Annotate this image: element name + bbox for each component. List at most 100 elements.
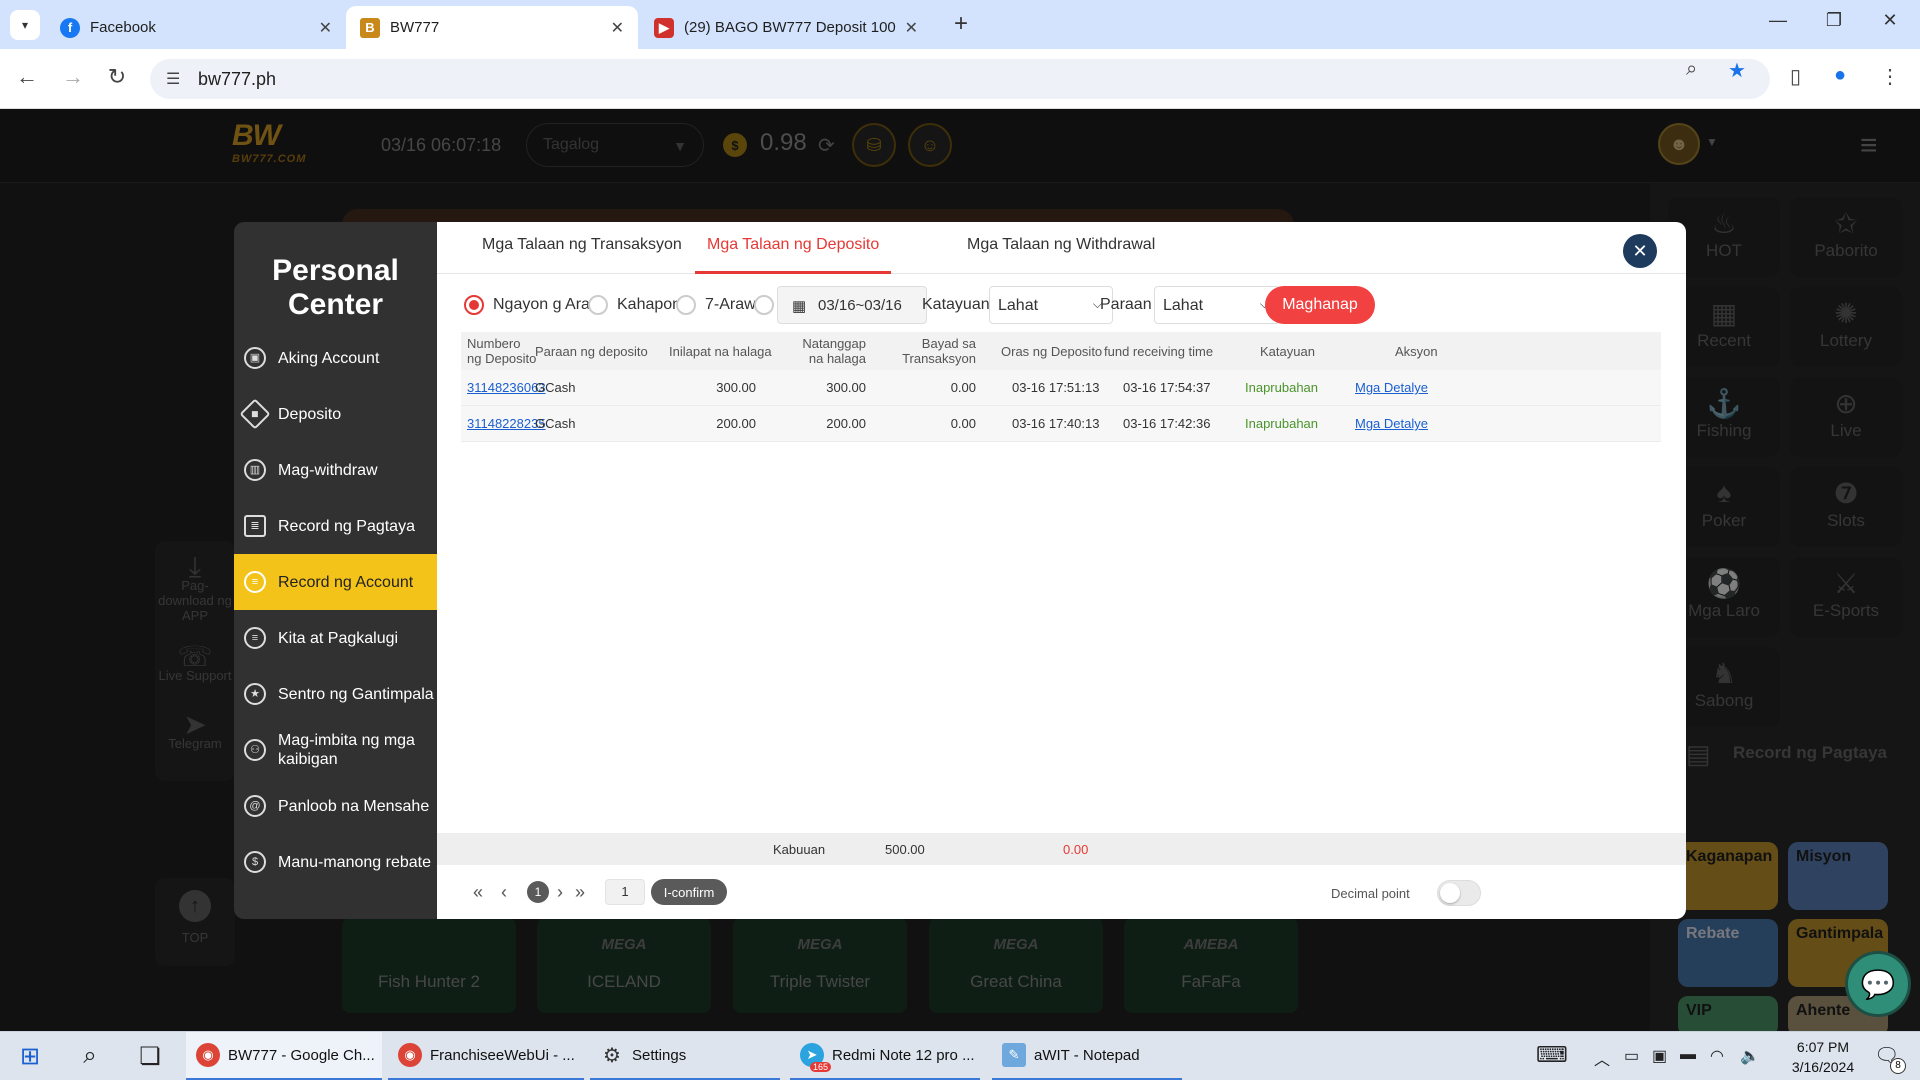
last-page-icon[interactable]: » bbox=[575, 882, 585, 903]
menu-dots-icon[interactable]: ⋮ bbox=[1880, 64, 1900, 89]
url-text: bw777.ph bbox=[198, 68, 277, 89]
url-field[interactable]: ☰ bw777.ph bbox=[150, 59, 1770, 99]
volume-icon[interactable]: 🔈 bbox=[1740, 1046, 1760, 1066]
zoom-icon[interactable]: ⌕ bbox=[1686, 58, 1697, 81]
taskbar-app-telegram[interactable]: ➤ Redmi Note 12 pro ... bbox=[790, 1032, 980, 1080]
battery-icon[interactable]: ▬ bbox=[1680, 1046, 1696, 1064]
notepad-icon: ✎ bbox=[1002, 1043, 1026, 1067]
browser-tab-bw777[interactable]: B BW777 ✕ bbox=[346, 6, 638, 49]
chevron-up-icon[interactable]: ︿ bbox=[1594, 1046, 1610, 1070]
received-amount: 300.00 bbox=[826, 380, 866, 395]
tab-search-button[interactable]: ▾ bbox=[10, 10, 40, 40]
calendar-icon: ▦ bbox=[792, 298, 807, 315]
browser-tab-facebook[interactable]: f Facebook ✕ bbox=[46, 6, 346, 49]
windows-start-icon[interactable]: ⊞ bbox=[10, 1042, 50, 1071]
new-tab-button[interactable]: + bbox=[946, 10, 976, 38]
sidebar-item-sentro-ng-gantimpala[interactable]: ★ Sentro ng Gantimpala bbox=[234, 666, 437, 722]
close-icon[interactable]: ✕ bbox=[319, 18, 332, 38]
reload-button[interactable]: ↻ bbox=[102, 64, 132, 90]
sidebar-item-panloob-na-mensahe[interactable]: @ Panloob na Mensahe bbox=[234, 778, 437, 834]
method-select-value: Lahat bbox=[1163, 297, 1204, 314]
close-modal-button[interactable]: ✕ bbox=[1623, 234, 1657, 268]
column-header: Numbero ng Deposito bbox=[467, 336, 537, 366]
table-header: Numbero ng Deposito Paraan ng deposito I… bbox=[461, 332, 1661, 370]
deposit-number-link[interactable]: 31148236063 bbox=[467, 380, 546, 395]
windows-taskbar: ⊞ ⌕ ❏ ◉ BW777 - Google Ch... ◉ FranchiseeW… bbox=[0, 1031, 1920, 1080]
details-link[interactable]: Mga Detalye bbox=[1355, 380, 1428, 395]
task-view-icon[interactable]: ❏ bbox=[130, 1042, 170, 1071]
status-badge: Inaprubahan bbox=[1245, 416, 1319, 431]
confirm-page-button[interactable]: I-confirm bbox=[651, 879, 727, 905]
applied-amount: 300.00 bbox=[716, 380, 756, 395]
sidebar-item-mag-imbita[interactable]: ⚇ Mag-imbita ng mga kaibigan bbox=[234, 722, 437, 778]
column-header: Katayuan bbox=[1260, 344, 1315, 359]
side-panel-icon[interactable]: ▯ bbox=[1790, 64, 1801, 89]
sidebar-item-label: Record ng Account bbox=[278, 573, 414, 591]
taskbar-app-label: BW777 - Google Ch... bbox=[228, 1046, 375, 1064]
window-close-button[interactable]: ✕ bbox=[1870, 10, 1910, 31]
sidebar-item-record-ng-pagtaya[interactable]: ≣ Record ng Pagtaya bbox=[234, 498, 437, 554]
prev-page-icon[interactable]: ‹ bbox=[501, 882, 507, 903]
sidebar-item-kita-at-pagkalugi[interactable]: ≡ Kita at Pagkalugi bbox=[234, 610, 437, 666]
wifi-icon[interactable]: ◠ bbox=[1710, 1046, 1724, 1066]
taskbar-app-chrome-franchisee[interactable]: ◉ FranchiseeWebUi - ... bbox=[388, 1032, 584, 1080]
deposit-time: 03-16 17:51:13 bbox=[1012, 380, 1100, 395]
close-icon[interactable]: ✕ bbox=[905, 18, 918, 38]
profile-icon[interactable]: ● bbox=[1834, 64, 1846, 87]
status-select[interactable]: Lahat ⌵ bbox=[989, 286, 1113, 324]
site-info-icon[interactable]: ☰ bbox=[166, 69, 180, 89]
bookmark-star-icon[interactable]: ★ bbox=[1728, 58, 1746, 83]
close-icon[interactable]: ✕ bbox=[611, 18, 624, 38]
device-icon[interactable]: ▭ bbox=[1624, 1046, 1639, 1066]
restore-button[interactable]: ❐ bbox=[1814, 10, 1854, 31]
sidebar-item-manu-manong-rebate[interactable]: $ Manu-manong rebate bbox=[234, 834, 437, 890]
account-record-icon: ≡ bbox=[244, 571, 266, 593]
back-button[interactable]: ← bbox=[12, 64, 42, 90]
taskbar-clock[interactable]: 6:07 PM 3/16/2024 bbox=[1778, 1037, 1868, 1077]
sidebar-item-record-ng-account[interactable]: ≡ Record ng Account bbox=[234, 554, 437, 610]
taskbar-app-chrome-bw777[interactable]: ◉ BW777 - Google Ch... bbox=[186, 1032, 382, 1080]
tab-deposito[interactable]: Mga Talaan ng Deposito bbox=[695, 236, 892, 274]
forward-button[interactable]: → bbox=[58, 64, 88, 90]
minimize-button[interactable]: — bbox=[1758, 10, 1798, 31]
bw777-icon: B bbox=[360, 17, 380, 38]
records-panel: Mga Talaan ng Transaksyon Mga Talaan ng … bbox=[437, 222, 1686, 919]
chat-icon[interactable]: 💬 bbox=[1845, 951, 1911, 1017]
search-icon[interactable]: ⌕ bbox=[70, 1042, 110, 1070]
radio-custom[interactable] bbox=[754, 295, 774, 315]
taskbar-app-settings[interactable]: ⚙ Settings bbox=[590, 1032, 780, 1080]
radio-today[interactable] bbox=[464, 295, 484, 315]
current-page[interactable]: 1 bbox=[527, 881, 549, 903]
status-badge: Inaprubahan bbox=[1245, 380, 1319, 395]
taskbar-app-label: FranchiseeWebUi - ... bbox=[430, 1046, 575, 1064]
radio-label: Kahapon bbox=[617, 296, 682, 313]
deposit-method: GCash bbox=[535, 416, 576, 431]
first-page-icon[interactable]: « bbox=[473, 882, 483, 903]
details-link[interactable]: Mga Detalye bbox=[1355, 416, 1428, 431]
website: BWBW777.COM 03/16 06:07:18 Tagalog▼ $ 0.… bbox=[0, 109, 1920, 1031]
browser-tab-youtube[interactable]: ▶ (29) BAGO BW777 Deposit 100 ✕ bbox=[640, 6, 932, 49]
search-button[interactable]: Maghanap bbox=[1265, 286, 1375, 324]
gear-icon: ⚙ bbox=[603, 1044, 621, 1067]
sidebar-item-aking-account[interactable]: ▣ Aking Account bbox=[234, 330, 437, 386]
radio-yesterday[interactable] bbox=[588, 295, 608, 315]
summary-fee: 0.00 bbox=[1063, 842, 1089, 857]
record-tabs: Mga Talaan ng Transaksyon Mga Talaan ng … bbox=[437, 222, 1686, 274]
date-range-picker[interactable]: ▦ 03/16~03/16 bbox=[777, 286, 927, 324]
method-select[interactable]: Lahat⌵ bbox=[1154, 286, 1280, 324]
sidebar-item-deposito[interactable]: ◆ Deposito bbox=[234, 386, 437, 442]
screen-icon[interactable]: ▣ bbox=[1652, 1046, 1667, 1066]
tab-transaksyon[interactable]: Mga Talaan ng Transaksyon bbox=[482, 236, 682, 274]
bet-record-icon: ≣ bbox=[244, 515, 266, 537]
taskbar-app-label: Settings bbox=[632, 1046, 687, 1064]
deposit-number-link[interactable]: 31148228235 bbox=[467, 416, 546, 431]
tab-withdrawal[interactable]: Mga Talaan ng Withdrawal bbox=[967, 236, 1155, 274]
next-page-icon[interactable]: › bbox=[557, 882, 563, 903]
keyboard-icon[interactable]: ⌨ bbox=[1536, 1042, 1568, 1068]
decimal-point-toggle[interactable] bbox=[1437, 880, 1481, 906]
taskbar-app-notepad[interactable]: ✎ aWIT - Notepad bbox=[992, 1032, 1182, 1080]
goto-page-input[interactable]: 1 bbox=[605, 879, 645, 905]
taskbar-app-label: Redmi Note 12 pro ... bbox=[832, 1046, 975, 1064]
radio-7-days[interactable] bbox=[676, 295, 696, 315]
sidebar-item-mag-withdraw[interactable]: ▥ Mag-withdraw bbox=[234, 442, 437, 498]
